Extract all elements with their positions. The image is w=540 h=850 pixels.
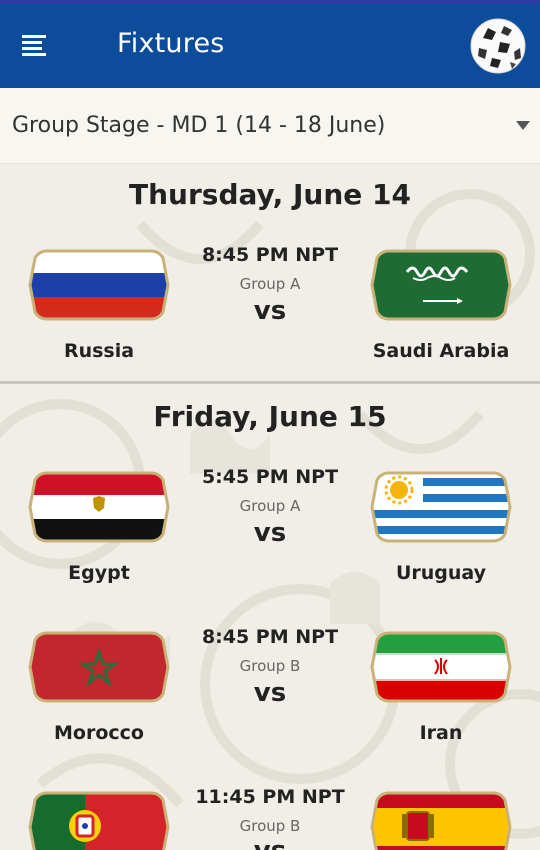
home-team-name: Egypt [68, 562, 130, 584]
match-group: Group A [239, 275, 301, 293]
app-bar: Fixtures [0, 4, 540, 88]
dropdown-arrow-icon [516, 121, 530, 130]
away-team-name: Iran [419, 722, 463, 744]
app-title: Fixtures [117, 28, 225, 59]
fixtures-list[interactable]: Thursday, June 14 Russia 8:45 PM NPT Gro… [0, 164, 540, 850]
saudi-arabia-flag-icon [370, 249, 512, 321]
menu-icon [22, 35, 46, 56]
home-team-name: Russia [63, 340, 135, 362]
uruguay-flag-icon [370, 471, 512, 543]
match-group: Group A [239, 497, 301, 515]
football-button[interactable] [470, 18, 526, 74]
iran-flag-icon [370, 631, 512, 703]
match-time: 5:45 PM NPT [201, 466, 339, 488]
egypt-flag-icon [28, 471, 170, 543]
day-header: Friday, June 15 [153, 400, 387, 433]
match-time: 8:45 PM NPT [201, 626, 339, 648]
home-team-name: Morocco [54, 722, 144, 744]
portugal-flag-icon [28, 791, 170, 850]
vs-label: vs [170, 836, 370, 850]
away-team-name: Uruguay [395, 562, 487, 584]
morocco-flag-icon [28, 631, 170, 703]
match-group: Group B [239, 817, 301, 835]
match-time: 11:45 PM NPT [195, 786, 345, 808]
day-divider [0, 381, 540, 384]
menu-button[interactable] [18, 32, 50, 60]
spain-flag-icon [370, 791, 512, 850]
football-icon [470, 18, 526, 74]
stage-selector-value: Group Stage - MD 1 (14 - 18 June) [12, 113, 386, 138]
vs-label: vs [253, 518, 287, 548]
vs-label: vs [253, 296, 287, 326]
match-time: 8:45 PM NPT [201, 244, 339, 266]
russia-flag-icon [28, 249, 170, 321]
stage-selector[interactable]: Group Stage - MD 1 (14 - 18 June) [0, 88, 540, 164]
day-header: Thursday, June 14 [129, 178, 411, 211]
match-group: Group B [239, 657, 301, 675]
away-team-name: Saudi Arabia [372, 340, 510, 362]
vs-label: vs [253, 678, 287, 708]
